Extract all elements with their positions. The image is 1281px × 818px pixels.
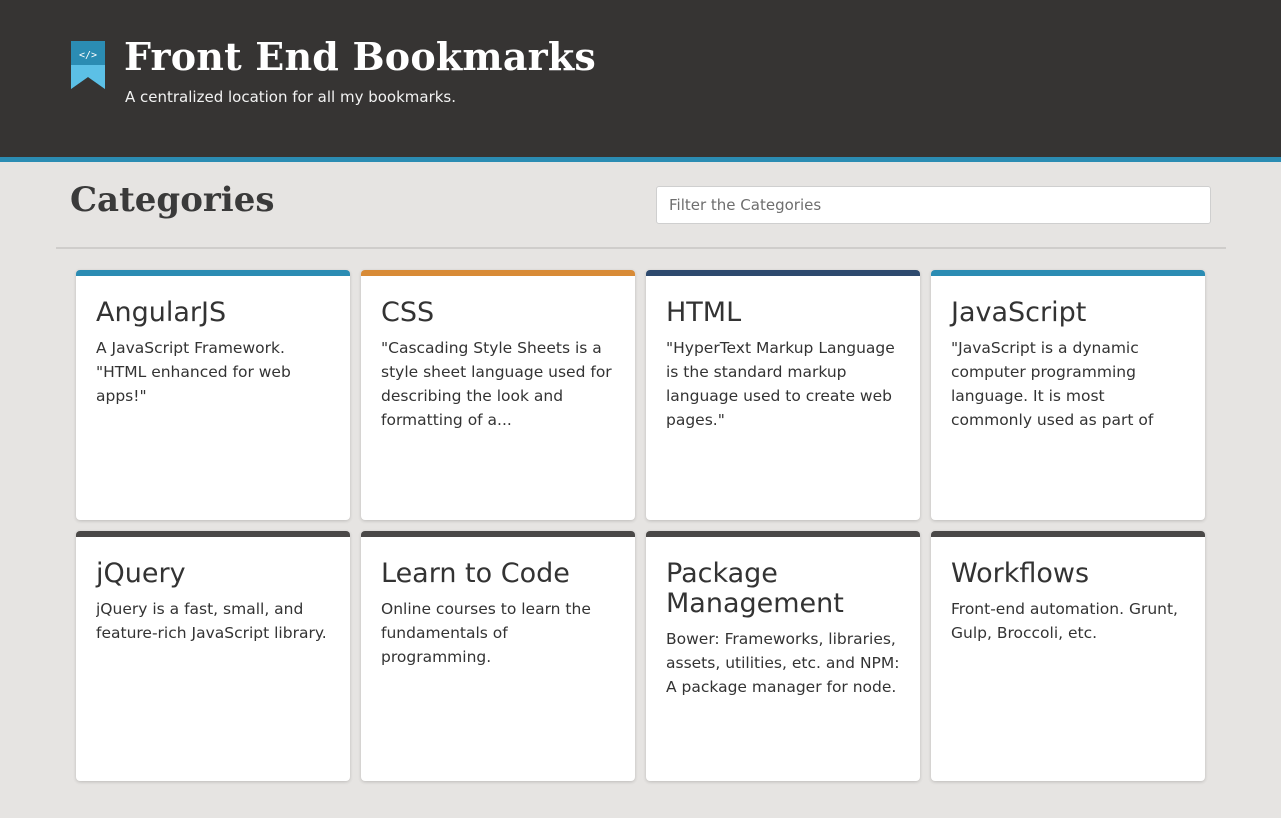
category-title: jQuery [96,558,186,589]
site-header: </> Front End Bookmarks A centralized lo… [0,0,1281,162]
category-card-learn-to-code[interactable]: Learn to Code Online courses to learn th… [361,531,635,781]
category-card-angularjs[interactable]: AngularJS A JavaScript Framework. "HTML … [76,270,350,520]
filter-categories-input[interactable] [656,186,1211,224]
category-title: JavaScript [951,297,1087,328]
category-title: Learn to Code [381,558,570,589]
category-description: "HyperText Markup Language is the standa… [666,339,895,429]
category-description: "JavaScript is a dynamic computer progra… [951,339,1154,429]
page-title: Categories [70,180,275,220]
category-card-css[interactable]: CSS "Cascading Style Sheets is a style s… [361,270,635,520]
category-title: Package Management [666,558,844,619]
category-title: HTML [666,297,742,328]
bookmark-code-icon[interactable]: </> [71,41,105,89]
category-description: Front-end automation. Grunt, Gulp, Brocc… [951,600,1178,642]
category-description: jQuery is a fast, small, and feature-ric… [96,600,327,642]
svg-text:</>: </> [79,50,97,61]
site-title[interactable]: Front End Bookmarks [124,34,596,79]
category-description: A JavaScript Framework. "HTML enhanced f… [96,339,291,405]
category-title: AngularJS [96,297,227,328]
section-divider [56,247,1226,249]
category-description: Bower: Frameworks, libraries, assets, ut… [666,630,900,696]
category-card-jquery[interactable]: jQuery jQuery is a fast, small, and feat… [76,531,350,781]
category-title: CSS [381,297,435,328]
category-title: Workflows [951,558,1090,589]
category-card-html[interactable]: HTML "HyperText Markup Language is the s… [646,270,920,520]
category-description: Online courses to learn the fundamentals… [381,600,591,666]
site-subtitle: A centralized location for all my bookma… [125,88,457,106]
category-description: "Cascading Style Sheets is a style sheet… [381,339,612,429]
category-card-package-management[interactable]: Package Management Bower: Frameworks, li… [646,531,920,781]
category-card-javascript[interactable]: JavaScript "JavaScript is a dynamic comp… [931,270,1205,520]
categories-grid: AngularJS A JavaScript Framework. "HTML … [76,270,1206,781]
category-card-workflows[interactable]: Workflows Front-end automation. Grunt, G… [931,531,1205,781]
